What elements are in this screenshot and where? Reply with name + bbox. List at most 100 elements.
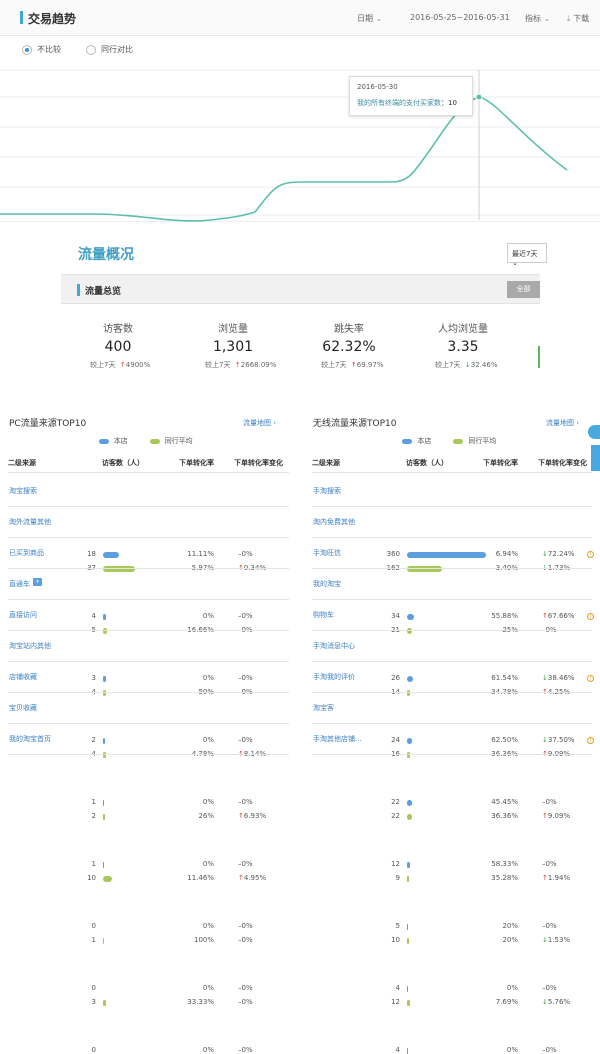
source-link[interactable]: 淘宝站内其他 xyxy=(9,641,51,651)
metric-label: 指标 xyxy=(525,14,541,23)
conversion-change: ↑4.95% xyxy=(238,874,266,882)
store-visitors: 12 xyxy=(391,860,400,868)
all-button[interactable]: 全部 xyxy=(507,281,540,298)
change-value: 0% xyxy=(241,984,253,992)
radio-peer-compare[interactable]: 同行对比 xyxy=(86,44,133,55)
legend: 本店 同行平均 xyxy=(98,436,193,446)
conversion-change: –0% xyxy=(238,1046,253,1054)
source-link[interactable]: 手淘搜索 xyxy=(313,486,341,496)
feedback-float-tab[interactable] xyxy=(591,445,600,471)
source-link[interactable]: 店铺收藏 xyxy=(9,672,37,682)
table-row[interactable]: 我的淘宝首页 0 0% –0% xyxy=(2,724,295,1054)
change-value: 0% xyxy=(241,998,253,1006)
table-row[interactable]: 我的淘宝24 1662.50% 36.36%↓37.50%↑9.09%! xyxy=(306,569,598,758)
store-bar xyxy=(407,924,409,930)
title-accent xyxy=(77,284,80,296)
date-range[interactable]: 2016-05-25~2016-05-31 xyxy=(410,13,510,22)
legend: 本店 同行平均 xyxy=(402,436,496,446)
download-button[interactable]: ⤓ 下载 xyxy=(567,13,589,24)
download-label: 下载 xyxy=(573,14,590,23)
table-row[interactable]: 淘宝客 4 12 0% 7.69% –0% ↓5.76% xyxy=(306,693,598,1006)
tooltip-value: 10 xyxy=(448,99,457,107)
traffic-map-link[interactable]: 流量地图 › xyxy=(243,418,276,428)
table-row[interactable]: 已买到商品3 40% 50%–0%–0% xyxy=(2,538,295,696)
column-header: 下单转化率变化 xyxy=(234,459,283,467)
peer-conversion: 20% xyxy=(502,936,518,944)
table-row[interactable]: 淘宝搜索18 3711.11% 5.97%–0%↑0.34% xyxy=(2,476,295,572)
column-header: 下单转化率 xyxy=(179,459,214,467)
metric-value: 3.35 xyxy=(447,339,479,355)
change-value: 2668.09% xyxy=(240,361,277,369)
conversion-change: –0% xyxy=(238,798,253,806)
metric-name: 访客数 xyxy=(103,324,133,335)
table-row[interactable]: 手淘消息中心 12 9 58.33% 35.28% –0% ↑1.94% xyxy=(306,631,598,882)
peer-conversion: 100% xyxy=(193,936,214,944)
table-row[interactable]: 手淘旺信26 1461.54% 34.78%↓38.46%↑4.25%! xyxy=(306,538,598,696)
metric-value: 1,301 xyxy=(212,339,254,355)
table-row[interactable]: 直通车▾2 40% 4.78%–0%↑8.14% xyxy=(2,569,295,758)
metric-name: 跳失率 xyxy=(334,324,364,335)
source-link[interactable]: 淘内免费其他 xyxy=(313,517,355,527)
table-row[interactable]: 淘宝站内其他 1 10 0% 11.46% –0% ↑4.95% xyxy=(2,631,295,882)
conversion-change: –0% xyxy=(542,860,557,868)
metric-dropdown[interactable]: 指标 ⌄ xyxy=(525,13,550,24)
period-label: 日期 xyxy=(357,14,373,23)
source-link[interactable]: 直接访问 xyxy=(9,610,37,620)
change-value: 0% xyxy=(545,984,557,992)
compare-label: 较上7天 xyxy=(321,361,347,369)
source-link[interactable]: 淘宝搜索 xyxy=(9,486,37,496)
legend-swatch xyxy=(149,438,160,444)
conversion-change: –0% xyxy=(542,922,557,930)
peer-visitors: 22 xyxy=(391,812,400,820)
peer-bar xyxy=(407,876,410,882)
source-link[interactable]: 淘宝客 xyxy=(313,703,334,713)
divider xyxy=(312,472,592,473)
source-link[interactable]: 淘外流量其他 xyxy=(9,517,51,527)
store-visitors: 0 xyxy=(91,1046,96,1054)
source-link[interactable]: 我的淘宝首页 xyxy=(9,734,51,744)
source-link[interactable]: 手淘旺信 xyxy=(313,548,341,558)
conversion-change: –0% xyxy=(542,1046,557,1054)
range-dropdown[interactable]: 最近7天 ⌄ xyxy=(507,243,547,267)
table-row[interactable]: 宝贝收藏 0 3 0% 33.33% –0% –0% xyxy=(2,693,295,1006)
source-link[interactable]: 直通车 xyxy=(9,579,30,589)
traffic-map-link[interactable]: 流量地图 › xyxy=(546,418,579,428)
store-visitors: 0 xyxy=(91,984,96,992)
table-row[interactable]: 购物车 22 22 45.45% 36.36% –0% ↑9.09% xyxy=(306,600,598,820)
table-row[interactable]: 店铺收藏 0 1 0% 100% –0% –0% xyxy=(2,662,295,944)
period-dropdown[interactable]: 日期 ⌄ xyxy=(357,13,382,24)
table-row[interactable]: 淘内免费其他34 2155.88% 25%↑67.66%–0%! xyxy=(306,507,598,634)
radio-dot xyxy=(86,44,96,55)
source-link[interactable]: 购物车 xyxy=(313,610,334,620)
store-conversion: 20% xyxy=(502,922,518,930)
radio-no-compare[interactable]: 不比较 xyxy=(22,44,61,55)
source-link[interactable]: 宝贝收藏 xyxy=(9,703,37,713)
metric-card: 跳失率 62.32% 较上7天 ↑69.97% xyxy=(299,320,399,369)
metric-compare: 较上7天 ↓32.46% xyxy=(435,360,498,370)
compare-label: 较上7天 xyxy=(205,361,231,369)
table-row[interactable]: 手淘我的评价 5 10 20% 20% –0% ↓1.53% xyxy=(306,662,598,944)
table-row[interactable]: 淘外流量其他4 50% 16.66%–0%–0% xyxy=(2,507,295,634)
peer-conversion: 35.28% xyxy=(491,874,518,882)
table-row[interactable]: 手淘其他店铺... 4 0% –0% xyxy=(306,724,598,1054)
metric-value: 62.32% xyxy=(322,339,376,355)
conversion-change: ↓1.53% xyxy=(542,936,570,944)
store-bar xyxy=(103,862,104,868)
peer-bar xyxy=(103,876,112,882)
help-float-icon[interactable] xyxy=(588,425,600,439)
source-link[interactable]: 手淘其他店铺... xyxy=(313,734,362,744)
table-row[interactable]: 直接访问 1 2 0% 26% –0% ↑6.93% xyxy=(2,600,295,820)
change-value: 5.76% xyxy=(547,998,571,1006)
conversion-change: ↑1.94% xyxy=(542,874,570,882)
peer-bar xyxy=(407,1000,410,1006)
source-link[interactable]: 我的淘宝 xyxy=(313,579,341,589)
change-value: 0% xyxy=(241,1046,253,1054)
table-row[interactable]: 手淘搜索360 1626.94% 3.40%↓72.24%↓1.73%! xyxy=(306,476,598,572)
peer-visitors: 10 xyxy=(87,874,96,882)
source-link[interactable]: 已买到商品 xyxy=(9,548,44,558)
store-conversion: 0% xyxy=(202,984,214,992)
trend-chart xyxy=(0,69,600,222)
source-link[interactable]: 手淘我的评价 xyxy=(313,672,355,682)
source-link[interactable]: 手淘消息中心 xyxy=(313,641,355,651)
peer-bar xyxy=(103,1000,106,1006)
